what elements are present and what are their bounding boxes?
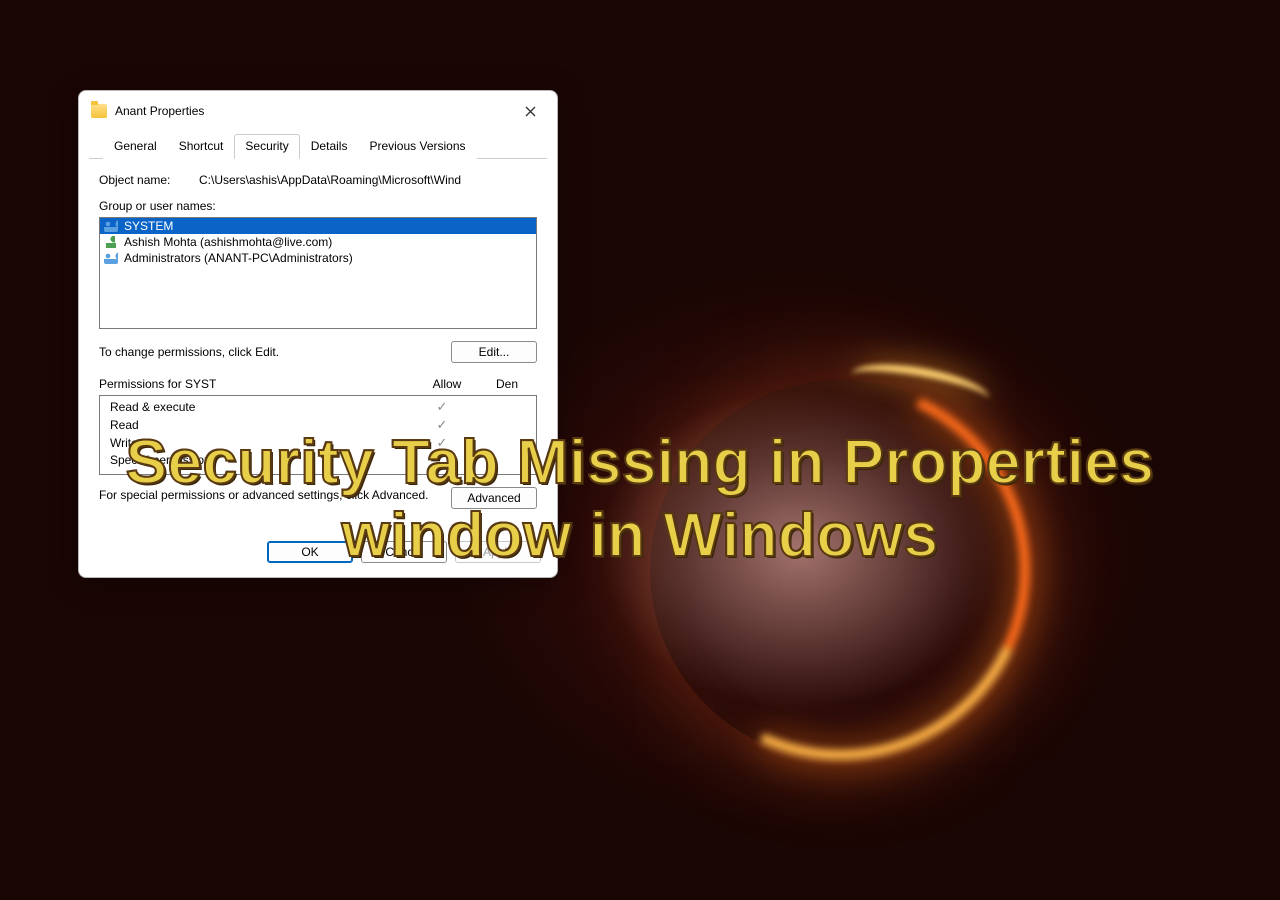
- dialog-footer: OK Cancel Apply: [79, 531, 557, 577]
- list-item[interactable]: Administrators (ANANT-PC\Administrators): [100, 250, 536, 266]
- tab-previous-versions[interactable]: Previous Versions: [358, 134, 476, 159]
- permissions-for-label: Permissions for SYST: [99, 377, 417, 391]
- tab-strip: General Shortcut Security Details Previo…: [89, 133, 547, 159]
- edit-button[interactable]: Edit...: [451, 341, 537, 363]
- cancel-button[interactable]: Cancel: [361, 541, 447, 563]
- tab-security[interactable]: Security: [234, 134, 299, 159]
- user-icon: [104, 236, 118, 248]
- user-name: SYSTEM: [124, 219, 173, 233]
- list-item[interactable]: SYSTEM: [100, 218, 536, 234]
- group-icon: [104, 252, 118, 264]
- allow-check-icon: ✓: [412, 417, 472, 433]
- close-button[interactable]: [515, 99, 545, 123]
- allow-check-icon: ✓: [412, 435, 472, 451]
- group-icon: [104, 220, 118, 232]
- object-name-row: Object name: C:\Users\ashis\AppData\Roam…: [99, 173, 537, 187]
- advanced-hint: For special permissions or advanced sett…: [99, 487, 441, 503]
- tab-details[interactable]: Details: [300, 134, 359, 159]
- permissions-header: Permissions for SYST Allow Den: [99, 377, 537, 391]
- group-label: Group or user names:: [99, 199, 537, 213]
- allow-column-label: Allow: [417, 377, 477, 391]
- user-name: Ashish Mohta (ashishmohta@live.com): [124, 235, 332, 249]
- table-row: Write ✓: [104, 434, 532, 452]
- tab-shortcut[interactable]: Shortcut: [168, 134, 235, 159]
- list-item[interactable]: Ashish Mohta (ashishmohta@live.com): [100, 234, 536, 250]
- object-name-label: Object name:: [99, 173, 189, 187]
- perm-name: Read & execute: [104, 400, 412, 414]
- perm-name: Read: [104, 418, 412, 432]
- tab-general[interactable]: General: [103, 134, 168, 159]
- perm-name: Write: [104, 436, 412, 450]
- close-icon: [525, 106, 536, 117]
- properties-dialog: Anant Properties General Shortcut Securi…: [78, 90, 558, 578]
- table-row: Read ✓: [104, 416, 532, 434]
- edit-hint: To change permissions, click Edit.: [99, 345, 279, 359]
- table-row: Read & execute ✓: [104, 398, 532, 416]
- deny-column-label: Den: [477, 377, 537, 391]
- advanced-button[interactable]: Advanced: [451, 487, 537, 509]
- folder-icon: [91, 104, 107, 118]
- user-list[interactable]: SYSTEM Ashish Mohta (ashishmohta@live.co…: [99, 217, 537, 329]
- apply-button[interactable]: Apply: [455, 541, 541, 563]
- eclipse-background: [650, 380, 1030, 760]
- perm-name: Special permissions: [104, 453, 412, 467]
- dialog-title: Anant Properties: [115, 104, 515, 118]
- allow-check-icon: ✓: [412, 399, 472, 415]
- user-name: Administrators (ANANT-PC\Administrators): [124, 251, 353, 265]
- security-pane: Object name: C:\Users\ashis\AppData\Roam…: [79, 159, 557, 531]
- permissions-table: Read & execute ✓ Read ✓ Write ✓ Special …: [99, 395, 537, 475]
- titlebar: Anant Properties: [79, 91, 557, 129]
- table-row: Special permissions: [104, 452, 532, 468]
- object-name-value: C:\Users\ashis\AppData\Roaming\Microsoft…: [199, 173, 461, 187]
- ok-button[interactable]: OK: [267, 541, 353, 563]
